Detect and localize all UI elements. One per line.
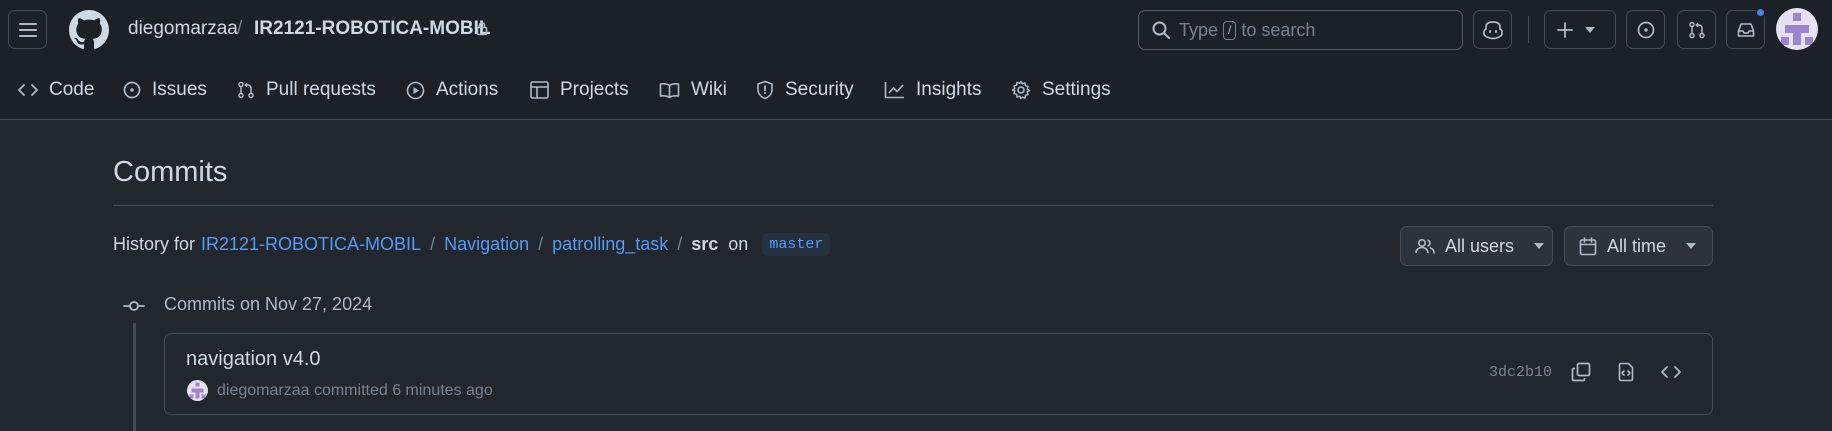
- tab-label: Settings: [1042, 79, 1111, 100]
- tab-settings[interactable]: Settings: [1011, 68, 1111, 112]
- tab-wiki[interactable]: Wiki: [659, 68, 727, 112]
- path-link-navigation[interactable]: Navigation: [444, 234, 529, 255]
- path-link-repo[interactable]: IR2121-ROBOTICA-MOBIL: [201, 234, 421, 255]
- author-link[interactable]: diegomarzaa: [217, 382, 310, 399]
- search-placeholder-suffix: to search: [1241, 19, 1316, 40]
- tab-actions[interactable]: Actions: [406, 68, 498, 112]
- commit-group-date: Commits on Nov 27, 2024: [164, 294, 373, 314]
- page-title: Commits: [113, 156, 228, 188]
- copilot-icon: [1482, 20, 1503, 39]
- inbox-icon: [1737, 22, 1754, 37]
- path-separator: /: [538, 234, 544, 254]
- search-input[interactable]: Type / to search: [1138, 10, 1463, 50]
- play-icon: [406, 81, 425, 99]
- copy-icon: [1571, 362, 1591, 382]
- timeline-line: [133, 323, 136, 431]
- search-icon: [1152, 21, 1170, 39]
- all-time-label: All time: [1607, 235, 1667, 256]
- path-separator: /: [677, 234, 683, 254]
- tab-code[interactable]: Code: [18, 68, 94, 112]
- tab-label: Wiki: [691, 79, 727, 100]
- menu-button[interactable]: [8, 10, 47, 49]
- tab-projects[interactable]: Projects: [530, 68, 629, 112]
- path-current: src: [691, 234, 719, 254]
- header-divider: [1528, 16, 1529, 43]
- all-users-dropdown[interactable]: All users: [1400, 226, 1553, 266]
- breadcrumb-separator: /: [237, 18, 243, 39]
- book-icon: [659, 82, 680, 98]
- commit-sha-link[interactable]: 3dc2b10: [1489, 364, 1552, 381]
- gear-icon: [1011, 80, 1031, 100]
- graph-icon: [884, 82, 904, 99]
- on-label: on: [728, 234, 749, 254]
- tab-label: Actions: [436, 79, 499, 100]
- history-prefix: History for: [113, 234, 196, 254]
- tab-insights[interactable]: Insights: [884, 68, 981, 112]
- tab-label: Issues: [152, 79, 207, 100]
- tab-label: Security: [785, 79, 854, 100]
- caret-down-icon: [1534, 243, 1545, 249]
- user-avatar[interactable]: [1776, 8, 1818, 50]
- plus-icon: [1557, 21, 1573, 38]
- search-shortcut-key: /: [1223, 20, 1237, 40]
- tab-label: Code: [49, 79, 95, 100]
- history-breadcrumb: History for IR2121-ROBOTICA-MOBIL / Navi…: [113, 233, 831, 256]
- repo-link[interactable]: IR2121-ROBOTICA-MOBIL: [254, 18, 490, 40]
- create-new-button[interactable]: [1544, 10, 1616, 49]
- caret-down-icon: [1585, 26, 1595, 33]
- copilot-button[interactable]: [1473, 10, 1512, 49]
- branch-badge[interactable]: master: [762, 233, 831, 256]
- app-header: diegomarzaa / IR2121-ROBOTICA-MOBIL Type…: [0, 0, 1832, 120]
- commit-action: committed: [313, 382, 388, 399]
- hamburger-icon: [18, 22, 37, 37]
- path-separator: /: [430, 234, 436, 254]
- git-commit-icon: [122, 296, 146, 316]
- path-link-patrolling-task[interactable]: patrolling_task: [552, 234, 668, 255]
- tab-issues[interactable]: Issues: [123, 68, 207, 112]
- pull-requests-shortcut-button[interactable]: [1677, 10, 1716, 49]
- commit-time: 6 minutes ago: [392, 382, 493, 399]
- issue-icon: [123, 81, 141, 99]
- tab-pull-requests[interactable]: Pull requests: [237, 68, 376, 112]
- table-icon: [530, 81, 549, 99]
- calendar-icon: [1579, 236, 1597, 255]
- pull-request-icon: [1688, 21, 1705, 38]
- notification-indicator: [1755, 7, 1766, 18]
- all-time-dropdown[interactable]: All time: [1564, 226, 1713, 266]
- tab-label: Insights: [916, 79, 982, 100]
- caret-down-icon: [1686, 243, 1697, 249]
- browse-repository-button[interactable]: [1655, 356, 1687, 388]
- code-icon: [18, 84, 38, 96]
- code-icon: [1661, 366, 1681, 378]
- copy-sha-button[interactable]: [1565, 356, 1597, 388]
- lock-icon: [476, 21, 488, 36]
- commit-message-link[interactable]: navigation v4.0: [186, 348, 321, 371]
- view-commit-details-button[interactable]: [1610, 356, 1642, 388]
- author-avatar[interactable]: [187, 380, 208, 401]
- issue-icon: [1637, 21, 1654, 38]
- file-diff-icon: [1618, 362, 1634, 382]
- github-logo-icon[interactable]: [69, 10, 109, 50]
- commit-meta: diegomarzaa committed 6 minutes ago: [217, 382, 493, 400]
- issues-shortcut-button[interactable]: [1626, 10, 1665, 49]
- search-placeholder-prefix: Type: [1179, 19, 1219, 40]
- tab-label: Projects: [560, 79, 629, 100]
- commit-row: navigation v4.0 diegomarzaa committed 6 …: [164, 333, 1713, 415]
- pull-request-icon: [238, 81, 254, 99]
- people-icon: [1415, 238, 1435, 254]
- shield-icon: [757, 80, 773, 100]
- owner-link[interactable]: diegomarzaa: [128, 18, 238, 40]
- all-users-label: All users: [1445, 235, 1515, 256]
- tab-label: Pull requests: [266, 79, 376, 100]
- tab-security[interactable]: Security: [756, 68, 854, 112]
- divider: [113, 205, 1713, 206]
